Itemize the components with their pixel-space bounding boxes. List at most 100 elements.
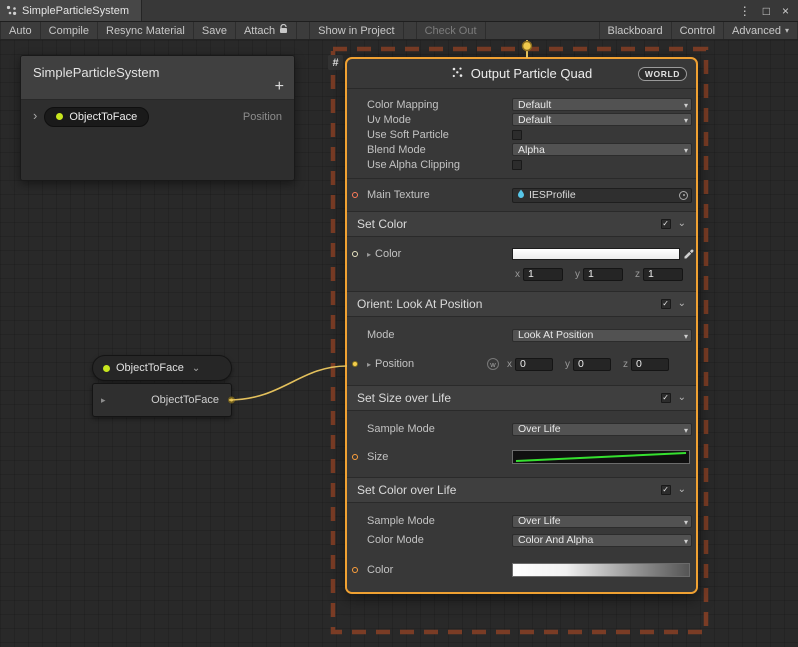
resync-material-button[interactable]: Resync Material: [98, 22, 194, 39]
space-badge[interactable]: WORLD: [637, 66, 687, 81]
parameter-type-label: Position: [242, 110, 282, 123]
parameter-output-port[interactable]: [228, 396, 235, 404]
check-out-button[interactable]: Check Out: [415, 22, 486, 39]
color-y-field[interactable]: 1: [583, 267, 623, 281]
gradient-field[interactable]: [512, 563, 690, 577]
blackboard-panel[interactable]: SimpleParticleSystem + › ObjectToFace Po…: [20, 55, 295, 181]
system-hash-label[interactable]: #: [328, 55, 343, 70]
blackboard-title: SimpleParticleSystem: [33, 65, 160, 80]
chevron-down-icon[interactable]: ⌄: [678, 393, 686, 403]
expander-icon[interactable]: ▸: [367, 250, 371, 259]
chevron-down-icon: ▾: [683, 116, 688, 125]
control-toggle-button[interactable]: Control: [672, 22, 725, 39]
position-z-field[interactable]: 0: [631, 357, 669, 371]
space-toggle-icon[interactable]: w: [487, 358, 499, 370]
setting-row-use-soft-particle: Use Soft Particle: [347, 127, 696, 142]
color-z-field[interactable]: 1: [643, 267, 683, 281]
chevron-down-icon[interactable]: ⌄: [678, 485, 686, 495]
orient-mode-row: Mode Look At Position ▾: [347, 327, 696, 343]
position-input-port[interactable]: [352, 361, 358, 367]
chevron-down-icon: ▾: [784, 26, 789, 35]
close-icon[interactable]: ×: [782, 5, 789, 17]
main-texture-value: IESProfile: [529, 189, 576, 201]
particle-icon: [451, 66, 464, 82]
size-row: Size: [347, 449, 696, 465]
attach-button[interactable]: Attach: [236, 22, 298, 39]
auto-compile-button[interactable]: Auto: [0, 22, 41, 39]
compile-button[interactable]: Compile: [41, 22, 98, 39]
chevron-down-icon[interactable]: ⌄: [678, 219, 686, 229]
use-soft-particle-checkbox[interactable]: [512, 129, 522, 140]
position-row: ▸ Position w x0 y0 z0: [347, 355, 696, 373]
chevron-down-icon: ▾: [683, 101, 688, 110]
use-alpha-clipping-checkbox[interactable]: [512, 159, 522, 170]
block-enabled-checkbox[interactable]: ✓: [660, 485, 671, 495]
window-tab[interactable]: SimpleParticleSystem: [0, 0, 142, 21]
main-texture-object-field[interactable]: IESProfile: [512, 187, 692, 203]
output-particle-quad-node[interactable]: Output Particle Quad WORLD Color Mapping…: [345, 57, 698, 594]
eyedropper-icon[interactable]: [683, 249, 694, 260]
block-enabled-checkbox[interactable]: ✓: [660, 219, 671, 229]
chevron-down-icon: ▾: [683, 425, 688, 435]
parameter-node-body: ▸ ObjectToFace: [92, 383, 235, 417]
graph-canvas[interactable]: # SimpleParticleSystem + › ObjectToFace …: [0, 40, 798, 647]
expander-icon[interactable]: ›: [33, 109, 37, 122]
position-y-field[interactable]: 0: [573, 357, 611, 371]
chevron-down-icon: ▾: [683, 146, 688, 155]
title-bar: SimpleParticleSystem ⋮ □ ×: [0, 0, 798, 22]
tab-title: SimpleParticleSystem: [22, 4, 129, 17]
chevron-down-icon: ▾: [683, 517, 688, 527]
object-picker-icon[interactable]: [679, 190, 688, 200]
blackboard-toggle-button[interactable]: Blackboard: [598, 22, 672, 39]
block-header-orient[interactable]: Orient: Look At Position ✓ ⌄: [347, 291, 696, 317]
maximize-icon[interactable]: □: [763, 5, 770, 17]
node-header[interactable]: Output Particle Quad WORLD: [347, 59, 696, 89]
blackboard-header: SimpleParticleSystem +: [21, 56, 294, 100]
gradient-color-row: Color: [347, 562, 696, 578]
expander-icon[interactable]: ▸: [367, 360, 371, 369]
position-x-field[interactable]: 0: [515, 357, 553, 371]
save-button[interactable]: Save: [194, 22, 236, 39]
expander-icon: ▸: [101, 394, 106, 405]
size-input-port[interactable]: [352, 454, 358, 460]
block-header-set-color-over-life[interactable]: Set Color over Life ✓ ⌄: [347, 477, 696, 503]
show-in-project-button[interactable]: Show in Project: [309, 22, 404, 39]
color-swatch-field[interactable]: [512, 248, 680, 260]
color-mapping-dropdown[interactable]: Default ▾: [512, 98, 692, 111]
uv-mode-dropdown[interactable]: Default ▾: [512, 113, 692, 126]
parameter-output-label: ObjectToFace: [151, 394, 219, 406]
color-input-port[interactable]: [352, 251, 358, 257]
chevron-down-icon[interactable]: ⌄: [678, 299, 686, 309]
setting-row-color-mapping: Color Mapping Default ▾: [347, 97, 696, 112]
size-sample-mode-row: Sample Mode Over Life ▾: [347, 421, 696, 437]
block-enabled-checkbox[interactable]: ✓: [660, 393, 671, 403]
color-xyz-fields: x1 y1 z1: [347, 267, 696, 281]
orient-mode-dropdown[interactable]: Look At Position ▾: [512, 328, 692, 342]
size-sample-mode-dropdown[interactable]: Over Life ▾: [512, 422, 692, 436]
lock-icon: [279, 23, 288, 37]
main-texture-port[interactable]: [352, 192, 358, 198]
color-x-field[interactable]: 1: [523, 267, 563, 281]
blackboard-parameter-row[interactable]: › ObjectToFace Position: [21, 100, 294, 133]
position-edge: [228, 365, 348, 401]
iesprofile-icon: [517, 189, 525, 202]
advanced-dropdown-button[interactable]: Advanced ▾: [724, 22, 798, 39]
parameter-node-objecttoface[interactable]: ObjectToFace ⌄ ▸ ObjectToFace: [92, 355, 235, 417]
parameter-node-header[interactable]: ObjectToFace ⌄: [92, 355, 232, 381]
blend-mode-dropdown[interactable]: Alpha ▾: [512, 143, 692, 156]
block-header-set-color[interactable]: Set Color ✓ ⌄: [347, 211, 696, 237]
parameter-color-dot: [103, 364, 110, 372]
size-curve-field[interactable]: [512, 450, 690, 464]
col-sample-mode-dropdown[interactable]: Over Life ▾: [512, 514, 692, 528]
window-menu-icon[interactable]: ⋮: [739, 5, 751, 17]
parameter-pill[interactable]: ObjectToFace: [44, 106, 150, 127]
block-header-set-size[interactable]: Set Size over Life ✓ ⌄: [347, 385, 696, 411]
gradient-input-port[interactable]: [352, 567, 358, 573]
chevron-down-icon[interactable]: ⌄: [192, 363, 200, 374]
blackboard-body: › ObjectToFace Position: [21, 100, 294, 180]
add-parameter-button[interactable]: +: [275, 79, 284, 95]
color-mode-dropdown[interactable]: Color And Alpha ▾: [512, 533, 692, 547]
block-enabled-checkbox[interactable]: ✓: [660, 299, 671, 309]
color-row: ▸ Color: [347, 245, 696, 263]
